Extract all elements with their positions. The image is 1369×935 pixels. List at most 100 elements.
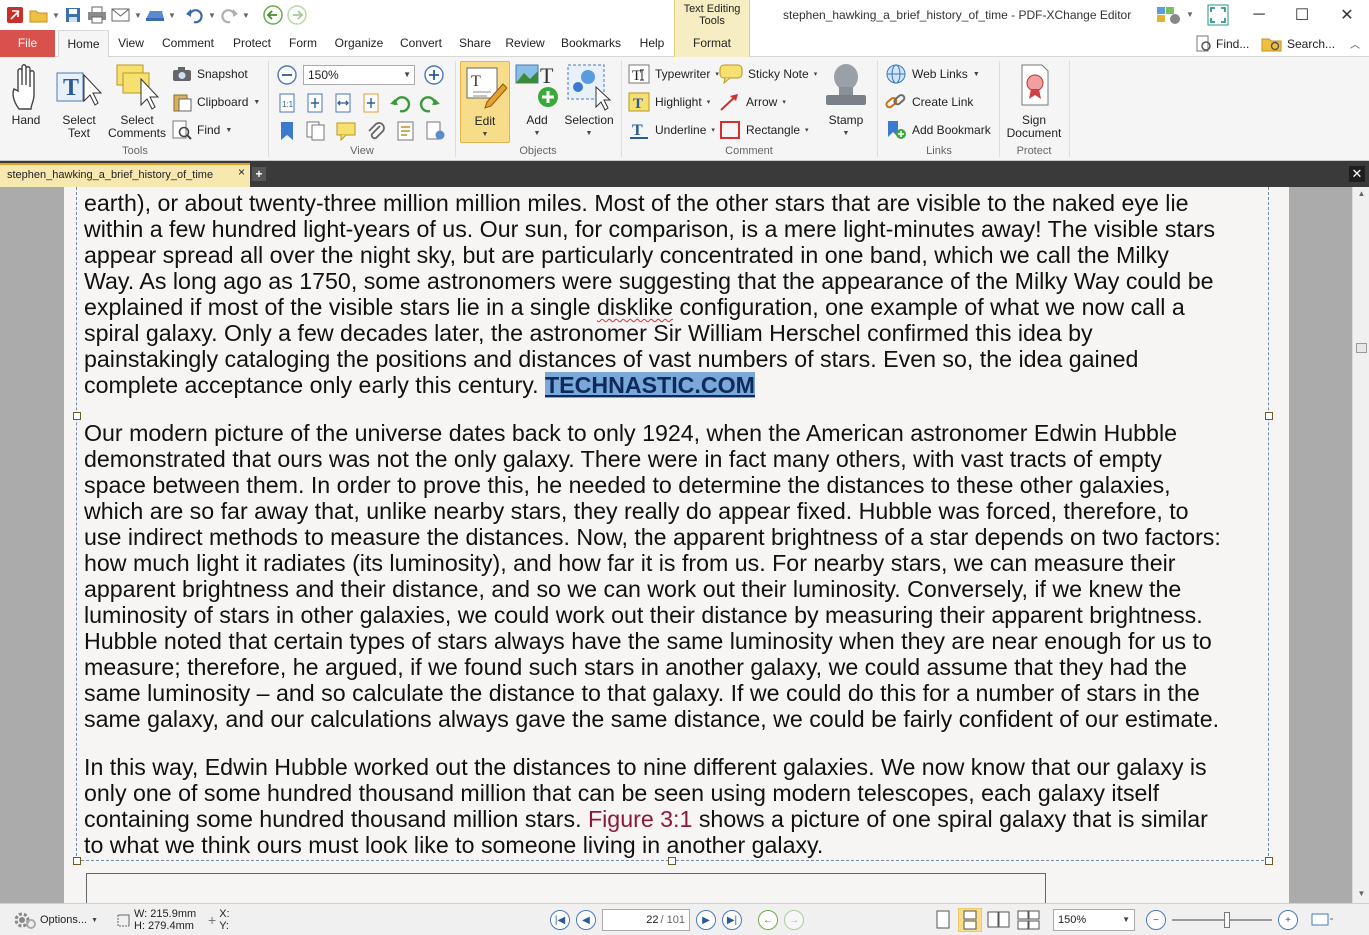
clipboard-button[interactable]: Clipboard ▼ — [172, 91, 260, 113]
back-icon[interactable] — [262, 4, 284, 26]
first-page-button[interactable]: |◀ — [550, 910, 570, 930]
paragraph-3[interactable]: In this way, Edwin Hubble worked out the… — [84, 754, 1274, 858]
zoom-slider-thumb[interactable] — [1224, 912, 1230, 928]
open-dropdown-icon[interactable]: ▼ — [52, 11, 60, 20]
scroll-thumb[interactable] — [1356, 343, 1367, 353]
web-links-button[interactable]: Web Links ▼ — [885, 63, 980, 85]
zoom-in-button[interactable] — [424, 64, 444, 86]
forward-icon[interactable] — [286, 4, 308, 26]
resize-handle[interactable] — [1265, 857, 1273, 865]
edit-button[interactable]: T Edit ▼ — [460, 61, 510, 143]
tab-help[interactable]: Help — [634, 30, 670, 57]
undo-dropdown-icon[interactable]: ▼ — [208, 11, 216, 20]
tab-home[interactable]: Home — [58, 30, 109, 58]
find-button[interactable]: Find... — [1196, 30, 1249, 57]
scroll-down-icon[interactable]: ▼ — [1353, 887, 1369, 901]
rectangle-button[interactable]: Rectangle ▾ — [719, 119, 809, 141]
underline-button[interactable]: T Underline ▾ — [628, 119, 715, 141]
create-link-button[interactable]: Create Link — [885, 91, 973, 113]
close-all-documents-icon[interactable]: ✕ — [1349, 166, 1365, 182]
save-icon[interactable] — [62, 4, 84, 26]
figure-reference-link[interactable]: Figure 3:1 — [588, 806, 692, 832]
resize-handle[interactable] — [1265, 412, 1273, 420]
actual-size-icon[interactable]: 1:1 — [277, 93, 297, 113]
selected-text[interactable]: TECHNASTIC.COM — [544, 372, 755, 398]
close-window-button[interactable]: ✕ — [1325, 0, 1369, 30]
new-tab-icon[interactable]: + — [252, 167, 266, 181]
email-dropdown-icon[interactable]: ▼ — [134, 11, 142, 20]
snapshot-button[interactable]: Snapshot — [172, 63, 248, 85]
find-ribbon-button[interactable]: Find ▼ — [172, 119, 232, 141]
tab-file[interactable]: File — [0, 30, 55, 57]
previous-page-button[interactable]: ◀ — [576, 910, 596, 930]
selection-button[interactable]: Selection ▼ — [562, 61, 616, 140]
undo-icon[interactable] — [184, 4, 206, 26]
tab-format[interactable]: Format — [674, 30, 750, 57]
view-settings-icon[interactable] — [425, 121, 447, 141]
resize-handle[interactable] — [73, 412, 81, 420]
fit-visible-icon[interactable] — [361, 93, 381, 113]
paragraph-1[interactable]: earth), or about twenty-three million mi… — [84, 190, 1274, 398]
bookmarks-pane-icon[interactable] — [277, 121, 297, 141]
vertical-scrollbar[interactable]: ▲ ▼ — [1352, 187, 1369, 903]
options-button[interactable]: Options... ▼ — [12, 904, 98, 935]
zoom-status-combo[interactable]: 150% ▼ — [1053, 904, 1135, 935]
sign-document-button[interactable]: Sign Document — [1004, 61, 1064, 140]
properties-pane-icon[interactable] — [395, 121, 417, 141]
tab-bookmarks[interactable]: Bookmarks — [556, 30, 626, 57]
sticky-note-button[interactable]: Sticky Note ▾ — [719, 63, 817, 85]
next-page-button[interactable]: ▶ — [696, 910, 716, 930]
tab-form[interactable]: Form — [283, 30, 323, 57]
scan-dropdown-icon[interactable]: ▼ — [168, 11, 176, 20]
select-comments-button[interactable]: Select Comments — [106, 61, 168, 140]
fit-page-icon[interactable] — [305, 93, 325, 113]
arrow-button[interactable]: Arrow ▾ — [719, 91, 786, 113]
tab-view[interactable]: View — [112, 30, 150, 57]
add-object-button[interactable]: T Add ▼ — [514, 61, 560, 140]
tab-share[interactable]: Share — [454, 30, 496, 57]
search-button[interactable]: Search... — [1261, 30, 1335, 57]
tab-protect[interactable]: Protect — [226, 30, 278, 57]
rotate-left-icon[interactable] — [389, 93, 411, 113]
minimize-button[interactable]: ─ — [1237, 0, 1281, 30]
collapse-ribbon-icon[interactable]: ︿ — [1350, 30, 1360, 57]
ui-options[interactable]: ▼ — [1156, 4, 1194, 24]
facing-continuous-icon[interactable] — [1016, 909, 1042, 931]
last-page-button[interactable]: ▶| — [722, 910, 742, 930]
tab-review[interactable]: Review — [502, 30, 548, 57]
comments-pane-icon[interactable] — [335, 121, 357, 141]
next-view-button[interactable]: → — [784, 910, 804, 930]
fit-width-icon[interactable] — [333, 93, 353, 113]
maximize-button[interactable]: ☐ — [1280, 0, 1324, 30]
facing-pages-icon[interactable] — [986, 909, 1012, 931]
redo-icon[interactable] — [218, 4, 240, 26]
email-icon[interactable] — [110, 4, 132, 26]
hand-tool-button[interactable]: Hand — [4, 61, 48, 127]
full-screen-status-icon[interactable] — [1310, 911, 1334, 929]
open-folder-icon[interactable] — [28, 4, 50, 26]
page-number-field[interactable]: 22 / 101 — [602, 909, 690, 931]
close-tab-icon[interactable]: × — [238, 162, 245, 182]
resize-handle[interactable] — [73, 857, 81, 865]
print-icon[interactable] — [86, 4, 108, 26]
typewriter-button[interactable]: T Typewriter ▾ — [628, 63, 719, 85]
stamp-button[interactable]: Stamp ▼ — [820, 61, 872, 140]
document-view[interactable]: earth), or about twenty-three million mi… — [0, 187, 1352, 903]
paragraph-2[interactable]: Our modern picture of the universe dates… — [84, 420, 1274, 732]
rotate-right-icon[interactable] — [419, 93, 441, 113]
tab-convert[interactable]: Convert — [394, 30, 448, 57]
zoom-slider[interactable] — [1172, 910, 1272, 930]
resize-handle[interactable] — [668, 857, 676, 865]
previous-view-button[interactable]: ← — [758, 910, 778, 930]
add-bookmark-button[interactable]: Add Bookmark — [885, 119, 991, 141]
scroll-up-icon[interactable]: ▲ — [1353, 187, 1369, 201]
scan-icon[interactable] — [144, 4, 166, 26]
attachments-pane-icon[interactable] — [365, 121, 387, 141]
redo-dropdown-icon[interactable]: ▼ — [242, 11, 250, 20]
highlight-button[interactable]: T Highlight ▾ — [628, 91, 710, 113]
app-logo-icon[interactable] — [4, 4, 26, 26]
fullscreen-icon[interactable] — [1207, 4, 1229, 29]
status-zoom-out-button[interactable]: − — [1146, 910, 1166, 930]
zoom-out-button[interactable] — [277, 64, 297, 86]
document-tab[interactable]: stephen_hawking_a_brief_history_of_time … — [0, 163, 250, 187]
